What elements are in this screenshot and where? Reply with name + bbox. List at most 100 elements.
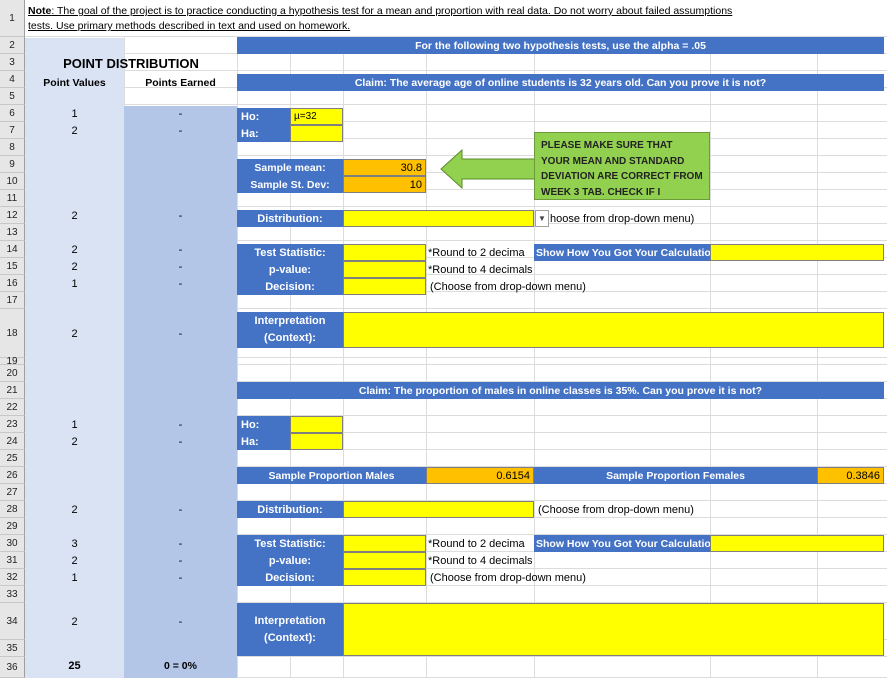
test1-pvalue-input[interactable] bbox=[343, 261, 426, 278]
row-header[interactable]: 21 bbox=[0, 382, 25, 399]
note-label: Note bbox=[28, 5, 52, 17]
row-header[interactable]: 4 bbox=[0, 71, 25, 88]
points-earned-cell: - bbox=[178, 243, 183, 256]
test1-test-stat-input[interactable] bbox=[343, 244, 426, 261]
test1-interpretation-input[interactable] bbox=[343, 312, 884, 348]
test1-decision-select[interactable] bbox=[343, 278, 426, 295]
row-header[interactable]: 20 bbox=[0, 365, 25, 382]
test2-interp-line2: (Context): bbox=[264, 631, 316, 644]
row-header[interactable]: 2 bbox=[0, 37, 25, 54]
row-header[interactable]: 12 bbox=[0, 207, 25, 224]
test2-distribution-select[interactable] bbox=[343, 501, 534, 518]
row-header[interactable]: 13 bbox=[0, 224, 25, 241]
row-header[interactable]: 10 bbox=[0, 173, 25, 190]
points-earned-cell: - bbox=[178, 277, 183, 290]
points-earned-cell: - bbox=[178, 124, 183, 137]
sample-females-value[interactable]: 0.3846 bbox=[817, 467, 884, 484]
row-header[interactable]: 26 bbox=[0, 467, 25, 484]
row-header[interactable]: 14 bbox=[0, 241, 25, 258]
points-earned-column-bg bbox=[124, 106, 237, 678]
row-header[interactable]: 23 bbox=[0, 416, 25, 433]
test1-show-calc-input[interactable] bbox=[710, 244, 884, 261]
test1-ha-input[interactable] bbox=[290, 125, 343, 142]
test2-ha-input[interactable] bbox=[290, 433, 343, 450]
left-arrow-icon bbox=[440, 149, 537, 189]
point-value-cell: 1 bbox=[71, 418, 78, 431]
row-header[interactable]: 19 bbox=[0, 356, 25, 367]
points-earned-cell: - bbox=[178, 435, 183, 448]
row-header[interactable]: 1 bbox=[0, 0, 25, 37]
note-text-line2: tests. Use primary methods described in … bbox=[28, 20, 351, 32]
row-header[interactable]: 18 bbox=[0, 309, 25, 358]
row-header[interactable]: 35 bbox=[0, 640, 25, 657]
test1-ho-input[interactable]: µ=32 bbox=[290, 108, 343, 125]
test1-interpretation-label: Interpretation (Context): bbox=[237, 312, 343, 348]
row-header[interactable]: 28 bbox=[0, 501, 25, 518]
test2-show-calc-input[interactable] bbox=[710, 535, 884, 552]
test2-ho-input[interactable] bbox=[290, 416, 343, 433]
row-header[interactable]: 6 bbox=[0, 105, 25, 122]
test1-test-stat-hint: *Round to 2 decima bbox=[428, 246, 525, 259]
row-header[interactable]: 33 bbox=[0, 586, 25, 603]
point-value-cell: 1 bbox=[71, 107, 78, 120]
point-value-cell: 3 bbox=[71, 537, 78, 550]
dropdown-arrow-icon[interactable]: ▼ bbox=[535, 210, 549, 227]
test1-interp-line1: Interpretation bbox=[254, 315, 326, 327]
test2-decision-hint: (Choose from drop-down menu) bbox=[430, 571, 586, 584]
test2-pvalue-label: p-value: bbox=[237, 552, 343, 569]
test2-decision-select[interactable] bbox=[343, 569, 426, 586]
sample-males-label: Sample Proportion Males bbox=[237, 467, 426, 484]
points-earned-cell: - bbox=[178, 418, 183, 431]
row-header[interactable]: 29 bbox=[0, 518, 25, 535]
row-header[interactable]: 3 bbox=[0, 54, 25, 71]
row-header[interactable]: 9 bbox=[0, 156, 25, 173]
row-header[interactable]: 11 bbox=[0, 190, 25, 207]
test2-test-stat-label: Test Statistic: bbox=[237, 535, 343, 552]
project-note: Note: The goal of the project is to prac… bbox=[28, 4, 883, 34]
point-values-header: Point Values bbox=[43, 76, 106, 89]
points-earned-cell: - bbox=[178, 209, 183, 222]
test1-distribution-select[interactable] bbox=[343, 210, 534, 227]
row-header[interactable]: 34 bbox=[0, 603, 25, 640]
test1-claim: Claim: The average age of online student… bbox=[237, 74, 884, 91]
row-header[interactable]: 36 bbox=[0, 657, 25, 678]
column-gridline bbox=[426, 37, 427, 678]
points-earned-cell: - bbox=[178, 537, 183, 550]
test2-test-stat-hint: *Round to 2 decima bbox=[428, 537, 525, 550]
test2-pvalue-input[interactable] bbox=[343, 552, 426, 569]
row-header[interactable]: 8 bbox=[0, 139, 25, 156]
row-header[interactable]: 5 bbox=[0, 88, 25, 105]
row-header[interactable]: 25 bbox=[0, 450, 25, 467]
note-text: : The goal of the project is to practice… bbox=[51, 5, 733, 17]
row-header[interactable]: 27 bbox=[0, 484, 25, 501]
sample-sd-label: Sample St. Dev: bbox=[237, 176, 343, 193]
row-header[interactable]: 24 bbox=[0, 433, 25, 450]
point-value-cell: 2 bbox=[71, 615, 78, 628]
sample-mean-value[interactable]: 30.8 bbox=[343, 159, 426, 176]
test2-pvalue-hint: *Round to 4 decimals bbox=[428, 554, 533, 567]
row-header[interactable]: 31 bbox=[0, 552, 25, 569]
test1-distribution-label: Distribution: bbox=[237, 210, 343, 227]
test2-test-stat-input[interactable] bbox=[343, 535, 426, 552]
points-earned-cell: - bbox=[178, 107, 183, 120]
callout-text: PLEASE MAKE SURE THAT YOUR MEAN AND STAN… bbox=[541, 140, 703, 198]
sample-females-label: Sample Proportion Females bbox=[534, 467, 817, 484]
point-value-cell: 1 bbox=[71, 571, 78, 584]
row-header[interactable]: 7 bbox=[0, 122, 25, 139]
row-header[interactable]: 17 bbox=[0, 292, 25, 309]
row-header[interactable]: 22 bbox=[0, 399, 25, 416]
row-header[interactable]: 16 bbox=[0, 275, 25, 292]
sample-males-value[interactable]: 0.6154 bbox=[426, 467, 534, 484]
point-value-cell: 2 bbox=[71, 435, 78, 448]
points-earned-cell: - bbox=[178, 571, 183, 584]
sample-sd-value[interactable]: 10 bbox=[343, 176, 426, 193]
point-value-cell: 2 bbox=[71, 327, 78, 340]
test1-pvalue-hint: *Round to 4 decimals bbox=[428, 263, 533, 276]
row-header[interactable]: 32 bbox=[0, 569, 25, 586]
row-header[interactable]: 30 bbox=[0, 535, 25, 552]
row-header[interactable]: 15 bbox=[0, 258, 25, 275]
test1-test-stat-label: Test Statistic: bbox=[237, 244, 343, 261]
test1-interp-line2: (Context): bbox=[264, 332, 316, 344]
column-gridline bbox=[710, 37, 711, 678]
test2-interpretation-input[interactable] bbox=[343, 603, 884, 656]
